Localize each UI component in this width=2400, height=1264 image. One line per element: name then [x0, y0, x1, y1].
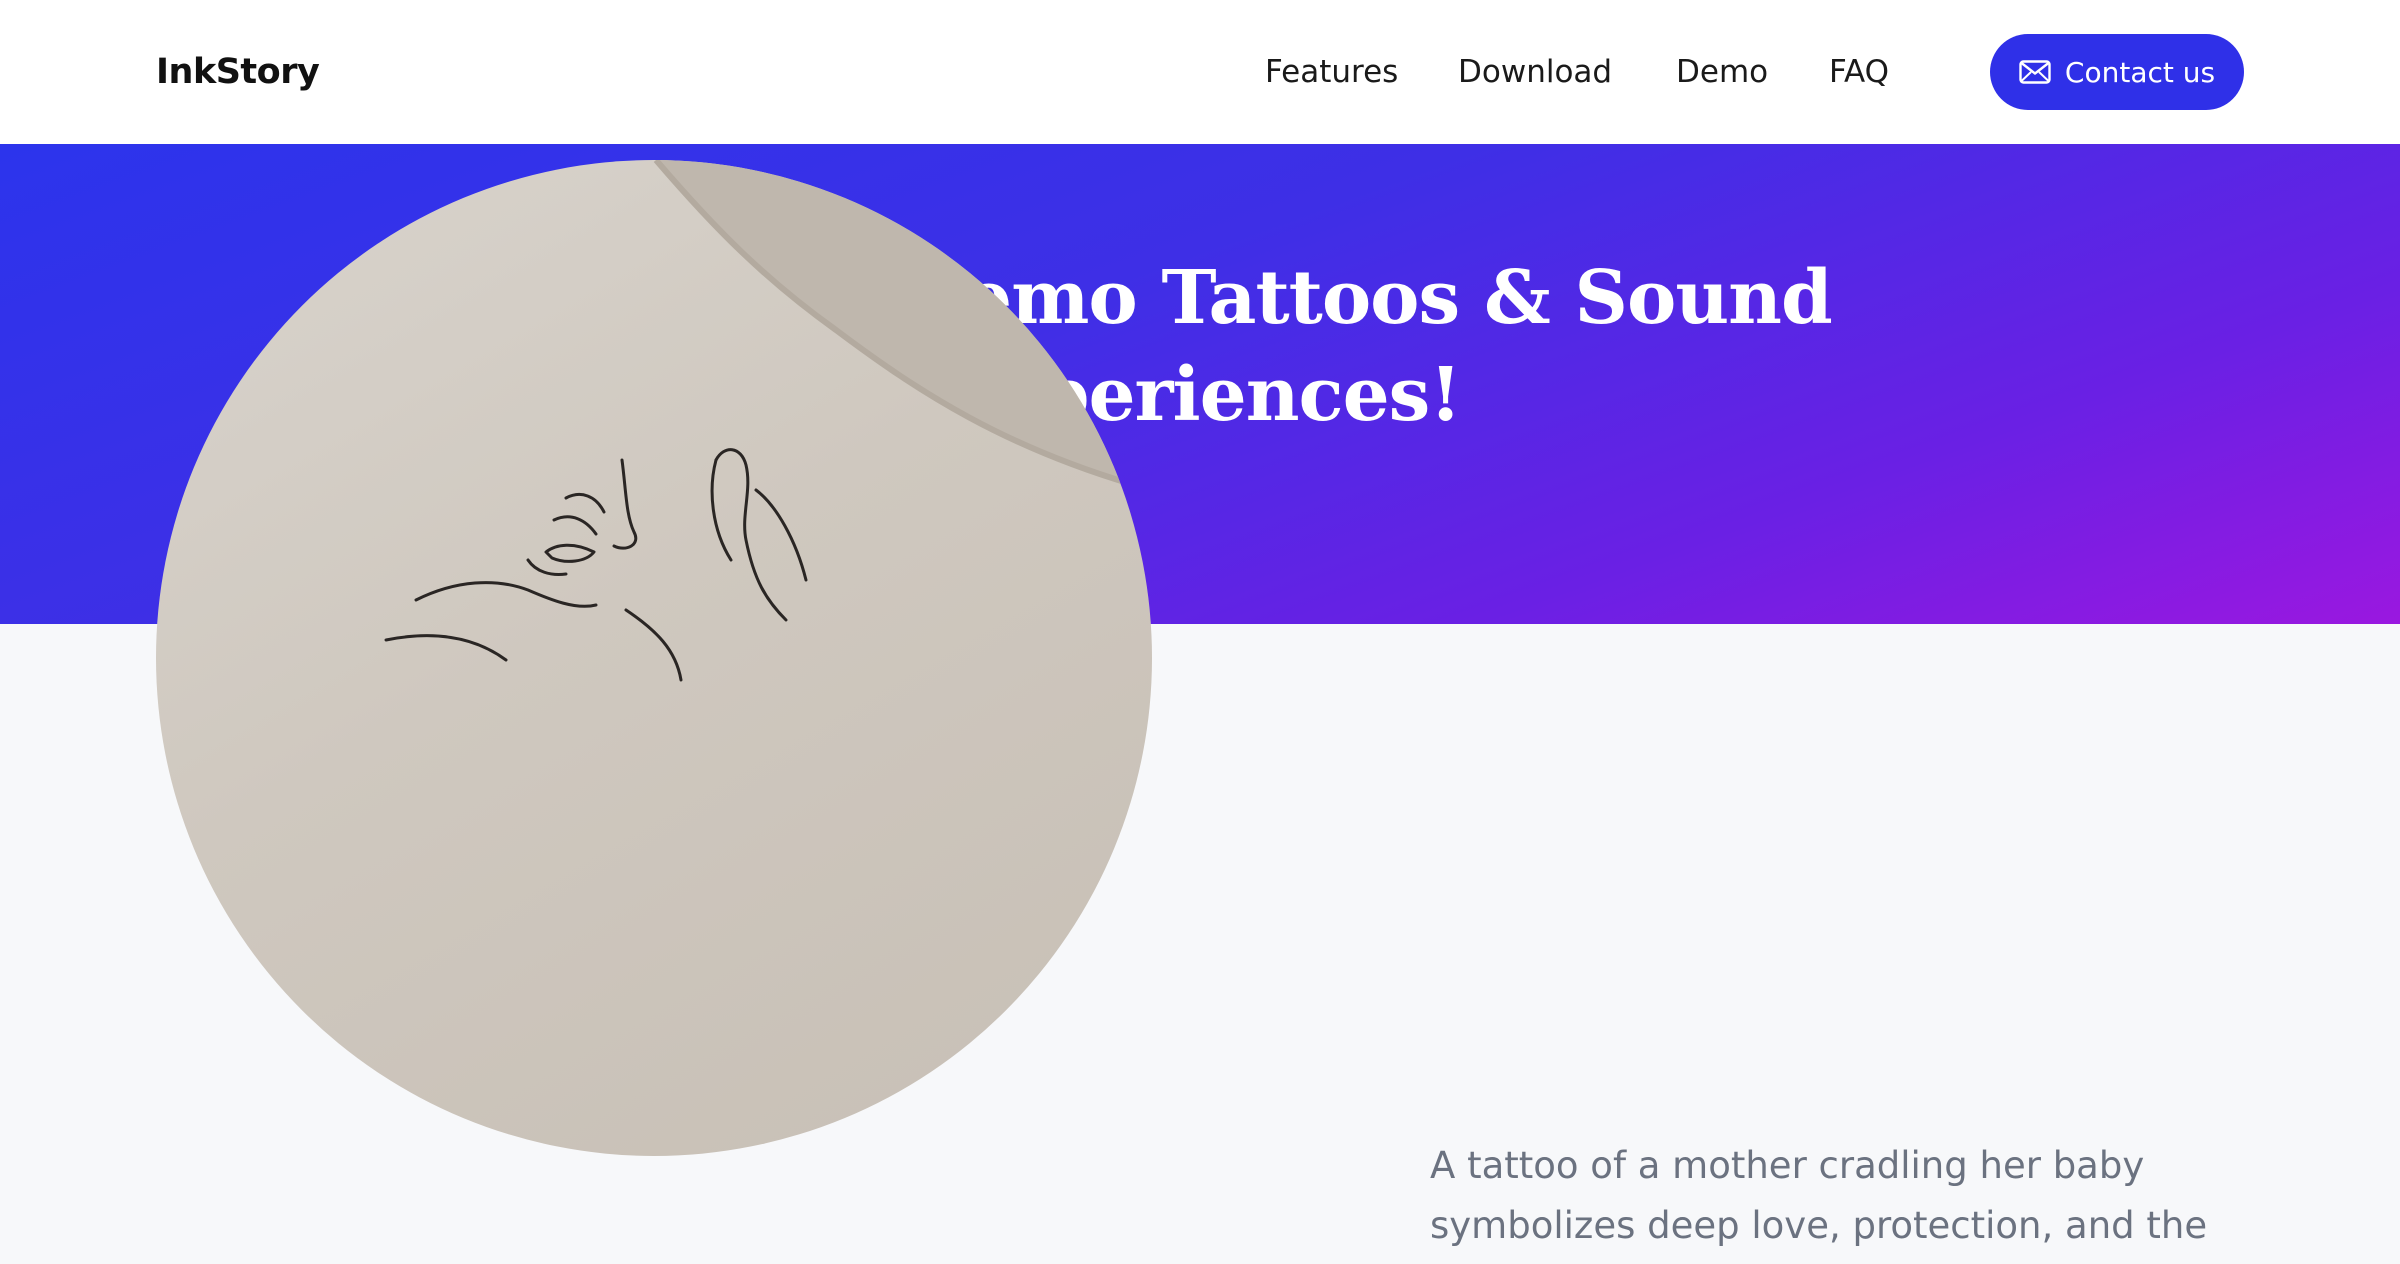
contact-us-label: Contact us: [2064, 55, 2216, 89]
brand-logo[interactable]: InkStory: [156, 48, 320, 96]
contact-us-button[interactable]: Contact us: [1990, 34, 2244, 110]
mail-icon: [2019, 60, 2051, 84]
nav-faq[interactable]: FAQ: [1829, 48, 1889, 96]
nav-download[interactable]: Download: [1458, 48, 1612, 96]
tattoo-description: A tattoo of a mother cradling her baby s…: [1430, 1144, 2208, 1247]
tattoo-image: [156, 160, 1152, 1156]
nav-demo[interactable]: Demo: [1676, 48, 1768, 96]
site-header: InkStory Features Download Demo FAQ Cont…: [0, 0, 2400, 144]
nav-features[interactable]: Features: [1265, 48, 1398, 96]
